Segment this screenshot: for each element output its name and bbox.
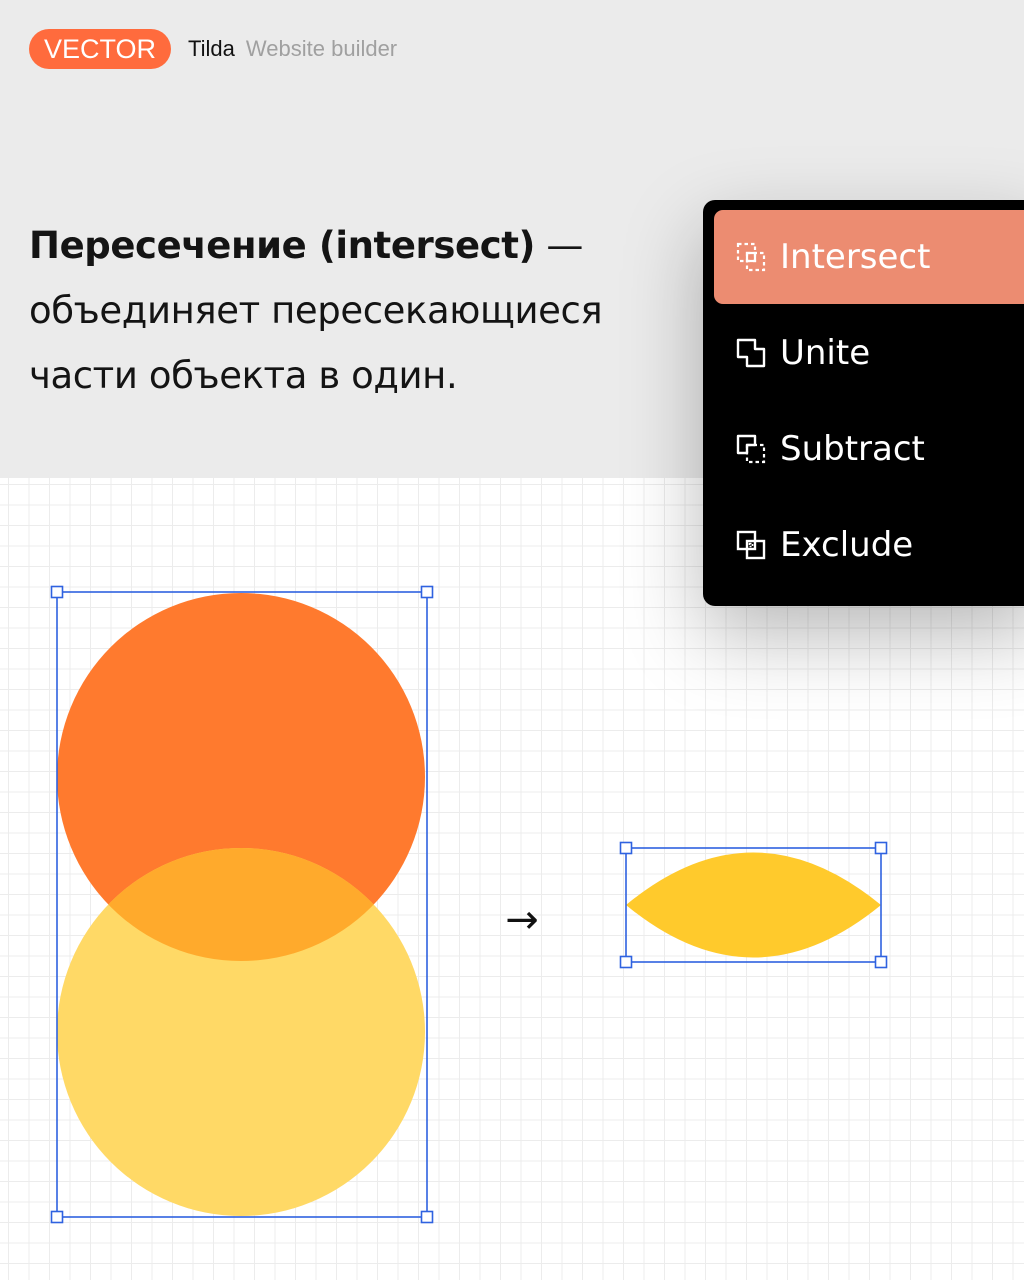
menu-label-intersect: Intersect: [780, 237, 931, 277]
resize-handle[interactable]: [420, 1210, 434, 1224]
menu-item-exclude[interactable]: Exclude: [714, 498, 1024, 592]
menu-item-subtract[interactable]: Subtract: [714, 402, 1024, 496]
arrow-icon: →: [505, 897, 539, 943]
resize-handle[interactable]: [874, 955, 888, 969]
resize-handle[interactable]: [420, 585, 434, 599]
menu-label-subtract: Subtract: [780, 429, 925, 469]
boolean-operations-menu: Intersect Unite Subtract Exclude: [703, 200, 1024, 606]
resize-handle[interactable]: [619, 955, 633, 969]
resize-handle[interactable]: [50, 585, 64, 599]
menu-label-unite: Unite: [780, 333, 871, 373]
menu-item-unite[interactable]: Unite: [714, 306, 1024, 400]
intersection-shape[interactable]: [626, 852, 881, 958]
menu-item-intersect[interactable]: Intersect: [714, 210, 1024, 304]
resize-handle[interactable]: [50, 1210, 64, 1224]
unite-icon: [736, 338, 766, 368]
resize-handle[interactable]: [619, 841, 633, 855]
canvas-shapes: →: [50, 585, 888, 1224]
resize-handle[interactable]: [874, 841, 888, 855]
intersect-icon: [736, 242, 766, 272]
subtract-icon: [736, 434, 766, 464]
exclude-icon: [736, 530, 766, 560]
menu-label-exclude: Exclude: [780, 525, 914, 565]
